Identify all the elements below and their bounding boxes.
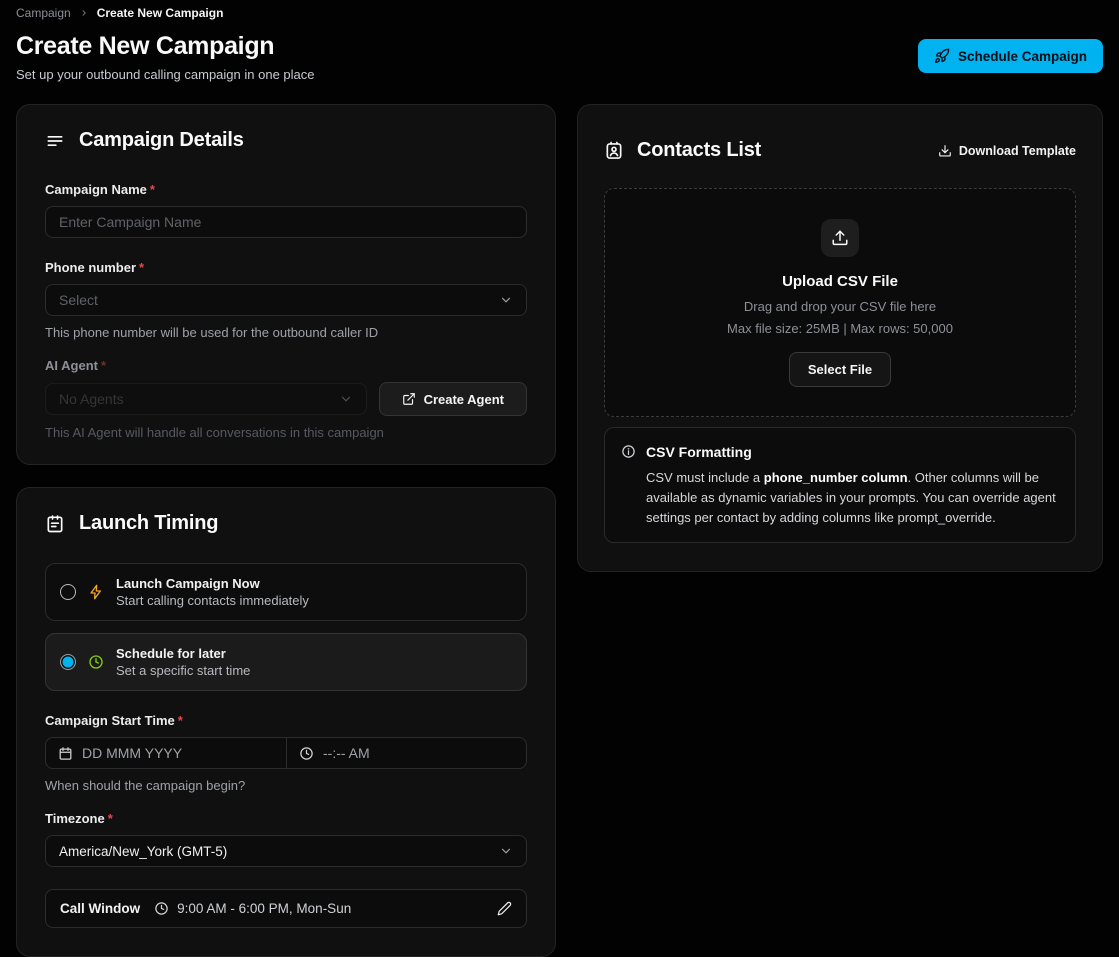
call-window-label: Call Window (60, 901, 140, 916)
csv-formatting-note: CSV Formatting CSV must include a phone_… (604, 427, 1076, 543)
ai-agent-helper-text: This AI Agent will handle all conversati… (45, 425, 527, 440)
csv-note-body: CSV Formatting CSV must include a phone_… (646, 442, 1059, 528)
required-asterisk: * (178, 713, 183, 728)
lightning-bolt-icon (88, 584, 104, 600)
timezone-label: Timezone* (45, 811, 527, 826)
launch-now-subtitle: Start calling contacts immediately (116, 593, 309, 608)
campaign-name-field[interactable] (59, 214, 513, 230)
create-agent-button[interactable]: Create Agent (379, 382, 527, 416)
contacts-list-title: Contacts List (637, 139, 761, 162)
call-window-row: Call Window 9:00 AM - 6:00 PM, Mon-Sun (45, 889, 527, 928)
rocket-icon (934, 48, 950, 64)
campaign-name-label: Campaign Name* (45, 182, 527, 197)
phone-number-select[interactable]: Select (45, 284, 527, 316)
required-asterisk: * (139, 260, 144, 275)
clock-icon (88, 654, 104, 670)
timezone-select[interactable]: America/New_York (GMT-5) (45, 835, 527, 867)
download-template-link[interactable]: Download Template (938, 144, 1076, 158)
contacts-list-card: Contacts List Download Template (577, 104, 1103, 572)
required-asterisk: * (101, 358, 106, 373)
clock-icon (299, 746, 314, 761)
schedule-later-text: Schedule for later Set a specific start … (116, 646, 250, 678)
launch-now-radio[interactable] (60, 584, 76, 600)
start-time-input[interactable]: --:-- AM (286, 738, 526, 768)
csv-note-text-1: CSV must include a (646, 470, 764, 485)
download-template-label: Download Template (959, 144, 1076, 158)
upload-csv-title: Upload CSV File (782, 273, 898, 290)
phone-helper-text: This phone number will be used for the o… (45, 325, 527, 340)
campaign-name-input[interactable] (45, 206, 527, 238)
breadcrumb: Campaign Create New Campaign (16, 0, 1103, 20)
start-time-placeholder: --:-- AM (323, 745, 370, 761)
info-icon (621, 444, 636, 528)
ai-agent-label: AI Agent* (45, 358, 527, 373)
campaign-details-card: Campaign Details Campaign Name* Phone nu… (16, 104, 556, 465)
start-date-placeholder: DD MMM YYYY (82, 745, 182, 761)
launch-now-title: Launch Campaign Now (116, 576, 309, 591)
breadcrumb-campaign[interactable]: Campaign (16, 6, 71, 20)
ai-agent-select[interactable]: No Agents (45, 383, 367, 415)
align-left-icon (45, 131, 65, 151)
schedule-campaign-label: Schedule Campaign (958, 49, 1087, 64)
schedule-campaign-button[interactable]: Schedule Campaign (918, 39, 1103, 73)
chevron-down-icon (499, 844, 513, 858)
page-header-text: Create New Campaign Set up your outbound… (16, 32, 315, 82)
download-icon (938, 144, 952, 158)
schedule-later-radio[interactable] (60, 654, 76, 670)
create-agent-label: Create Agent (424, 392, 504, 407)
chevron-down-icon (499, 293, 513, 307)
chevron-right-icon (79, 8, 89, 18)
schedule-later-subtitle: Set a specific start time (116, 663, 250, 678)
chevron-down-icon (339, 392, 353, 406)
csv-note-title: CSV Formatting (646, 442, 1059, 464)
csv-dropzone[interactable]: Upload CSV File Drag and drop your CSV f… (604, 188, 1076, 417)
ai-agent-placeholder: No Agents (59, 391, 124, 407)
start-time-label: Campaign Start Time* (45, 713, 527, 728)
start-time-helper: When should the campaign begin? (45, 778, 527, 793)
calendar-schedule-icon (45, 514, 65, 534)
breadcrumb-current: Create New Campaign (97, 6, 224, 20)
create-campaign-page: Campaign Create New Campaign Create New … (0, 0, 1119, 957)
launch-now-text: Launch Campaign Now Start calling contac… (116, 576, 309, 608)
upload-icon (831, 229, 849, 247)
upload-csv-limits: Max file size: 25MB | Max rows: 50,000 (727, 321, 953, 336)
contact-book-icon (604, 141, 624, 161)
start-datetime-input: DD MMM YYYY --:-- AM (45, 737, 527, 769)
schedule-later-option[interactable]: Schedule for later Set a specific start … (45, 633, 527, 691)
call-window-value-wrap: 9:00 AM - 6:00 PM, Mon-Sun (154, 901, 351, 916)
upload-badge (821, 219, 859, 257)
schedule-later-title: Schedule for later (116, 646, 250, 661)
phone-select-placeholder: Select (59, 292, 98, 308)
call-window-value: 9:00 AM - 6:00 PM, Mon-Sun (177, 901, 351, 916)
phone-number-label: Phone number* (45, 260, 527, 275)
timezone-value: America/New_York (GMT-5) (59, 844, 227, 859)
external-link-icon (402, 392, 416, 406)
select-file-button[interactable]: Select File (789, 352, 891, 387)
csv-note-bold: phone_number column (764, 470, 908, 485)
launch-timing-card: Launch Timing Launch Campaign Now Start … (16, 487, 556, 957)
launch-now-option[interactable]: Launch Campaign Now Start calling contac… (45, 563, 527, 621)
clock-icon (154, 901, 169, 916)
launch-timing-title: Launch Timing (79, 512, 218, 535)
page-title: Create New Campaign (16, 32, 315, 61)
edit-pencil-icon[interactable] (497, 901, 512, 916)
page-subtitle: Set up your outbound calling campaign in… (16, 67, 315, 82)
upload-csv-hint: Drag and drop your CSV file here (744, 299, 936, 314)
campaign-details-title: Campaign Details (79, 129, 244, 152)
required-asterisk: * (150, 182, 155, 197)
start-date-input[interactable]: DD MMM YYYY (46, 738, 286, 768)
page-header: Create New Campaign Set up your outbound… (16, 32, 1103, 82)
required-asterisk: * (108, 811, 113, 826)
calendar-icon (58, 746, 73, 761)
